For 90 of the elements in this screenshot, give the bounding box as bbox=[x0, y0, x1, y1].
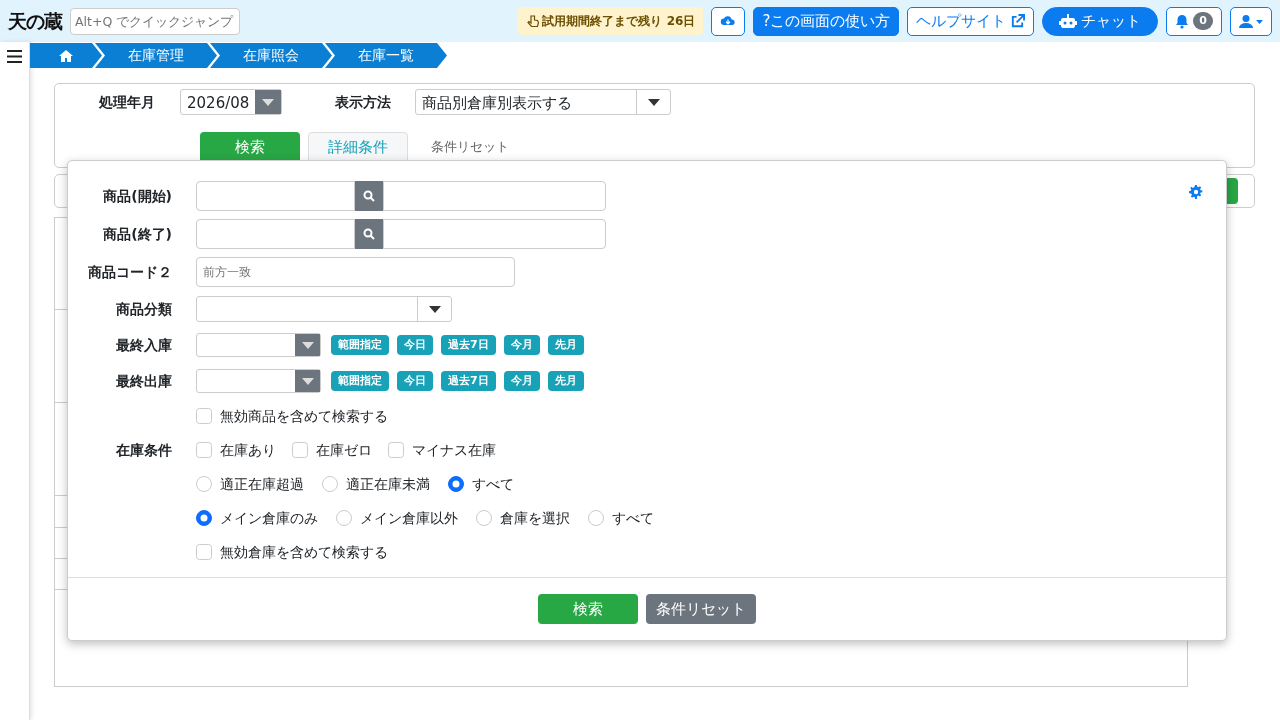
option-label: 適正在庫超過 bbox=[220, 474, 304, 494]
menu-icon[interactable] bbox=[7, 50, 22, 63]
date-preset-button[interactable]: 今日 bbox=[397, 371, 433, 391]
date-preset-button[interactable]: 範囲指定 bbox=[331, 371, 389, 391]
reset-link[interactable]: 条件リセット bbox=[416, 132, 524, 162]
option-label: メイン倉庫のみ bbox=[220, 508, 318, 528]
field-label: 処理年月 bbox=[99, 92, 155, 112]
tab[interactable]: 詳細条件 bbox=[308, 132, 408, 162]
external-link-icon bbox=[1010, 13, 1026, 29]
option-label: すべて bbox=[472, 474, 514, 494]
breadcrumb-link[interactable]: 在庫管理 bbox=[95, 43, 217, 68]
option-label: 適正在庫未満 bbox=[346, 474, 430, 494]
caret-icon bbox=[647, 98, 660, 106]
hand-icon bbox=[526, 14, 540, 28]
search-button[interactable]: 検索 bbox=[538, 594, 638, 624]
search-button[interactable] bbox=[355, 219, 383, 249]
field-label: 商品コード２ bbox=[88, 263, 172, 280]
date-preset-button[interactable]: 過去7日 bbox=[441, 335, 496, 355]
date-preset-button[interactable]: 今月 bbox=[503, 335, 540, 355]
search-icon bbox=[363, 228, 375, 240]
code-field[interactable] bbox=[196, 181, 355, 211]
option-label: すべて bbox=[612, 508, 654, 528]
date-preset-button[interactable]: 今月 bbox=[503, 371, 540, 391]
date-preset-button[interactable]: 今日 bbox=[397, 335, 433, 355]
field-label: 商品分類 bbox=[116, 300, 172, 317]
option-label: メイン倉庫以外 bbox=[360, 508, 458, 528]
checkbox[interactable] bbox=[196, 442, 212, 458]
date-preset-button[interactable]: 先月 bbox=[547, 335, 584, 355]
field-label: 商品(開始) bbox=[103, 187, 172, 204]
caret-icon bbox=[301, 377, 314, 385]
display-method-select[interactable]: 商品別倉庫別表示する bbox=[415, 89, 671, 115]
option-label: 倉庫を選択 bbox=[500, 508, 570, 528]
logo[interactable]: 天の蔵 bbox=[8, 6, 62, 36]
name-field[interactable] bbox=[383, 219, 606, 249]
trial-notice: 試用期間終了まで残り 26日 bbox=[518, 7, 704, 35]
breadcrumb-link[interactable]: 在庫一覧 bbox=[325, 43, 447, 68]
dropdown-button[interactable] bbox=[1227, 178, 1238, 204]
caret-icon bbox=[301, 341, 314, 349]
robot-icon bbox=[1059, 13, 1078, 29]
checkbox[interactable] bbox=[388, 442, 404, 458]
month-select[interactable]: 2026/08 bbox=[180, 89, 282, 115]
user-icon bbox=[1239, 14, 1263, 28]
field-label: 商品(終了) bbox=[103, 225, 172, 242]
quick-jump-field[interactable]: Alt+Q でクイックジャンプ bbox=[70, 7, 240, 35]
help-button[interactable]: ?この画面の使い方 bbox=[753, 6, 900, 36]
field-label: 表示方法 bbox=[335, 92, 391, 112]
name-field[interactable] bbox=[383, 181, 606, 211]
checkbox[interactable] bbox=[196, 408, 212, 424]
notifications-button[interactable]: 0 bbox=[1166, 6, 1222, 36]
help-site-link[interactable]: ヘルプサイト bbox=[907, 6, 1035, 36]
home-icon bbox=[59, 49, 73, 62]
search-icon bbox=[363, 190, 375, 202]
option-label: マイナス在庫 bbox=[412, 440, 496, 460]
date-select[interactable] bbox=[196, 333, 321, 357]
date-preset-button[interactable]: 過去7日 bbox=[441, 371, 496, 391]
date-preset-button[interactable]: 範囲指定 bbox=[331, 335, 389, 355]
radio-button[interactable] bbox=[588, 510, 604, 526]
download-button[interactable] bbox=[711, 6, 746, 36]
field-label: 最終出庫 bbox=[116, 372, 172, 389]
breadcrumb-link[interactable]: 在庫照会 bbox=[210, 43, 332, 68]
settings-icon[interactable] bbox=[1189, 185, 1203, 199]
bell-icon bbox=[1175, 13, 1190, 29]
option-label: 在庫ゼロ bbox=[316, 440, 372, 460]
field-label: 在庫条件 bbox=[116, 441, 172, 458]
date-preset-button[interactable]: 先月 bbox=[547, 371, 584, 391]
text-field[interactable]: 前方一致 bbox=[196, 257, 515, 287]
option-label: 無効商品を含めて検索する bbox=[220, 406, 388, 426]
checkbox[interactable] bbox=[292, 442, 308, 458]
radio-button[interactable] bbox=[322, 476, 338, 492]
tab[interactable]: 検索 bbox=[200, 132, 300, 162]
radio-button[interactable] bbox=[476, 510, 492, 526]
option-label: 無効倉庫を含めて検索する bbox=[220, 542, 388, 562]
option-label: 在庫あり bbox=[220, 440, 276, 460]
checkbox[interactable] bbox=[196, 544, 212, 560]
chat-button[interactable]: チャット bbox=[1042, 6, 1159, 36]
reset-button[interactable]: 条件リセット bbox=[646, 594, 756, 624]
home-link[interactable] bbox=[30, 43, 102, 68]
field-label: 最終入庫 bbox=[116, 336, 172, 353]
caret-icon bbox=[262, 98, 275, 106]
search-button[interactable] bbox=[355, 181, 383, 211]
radio-button[interactable] bbox=[448, 476, 464, 492]
caret-icon bbox=[428, 305, 441, 313]
notification-count: 0 bbox=[1193, 11, 1213, 31]
user-menu-button[interactable] bbox=[1230, 6, 1272, 36]
radio-button[interactable] bbox=[196, 510, 212, 526]
date-select[interactable] bbox=[196, 369, 321, 393]
code-field[interactable] bbox=[196, 219, 355, 249]
radio-button[interactable] bbox=[196, 476, 212, 492]
radio-button[interactable] bbox=[336, 510, 352, 526]
category-select[interactable] bbox=[196, 296, 452, 322]
